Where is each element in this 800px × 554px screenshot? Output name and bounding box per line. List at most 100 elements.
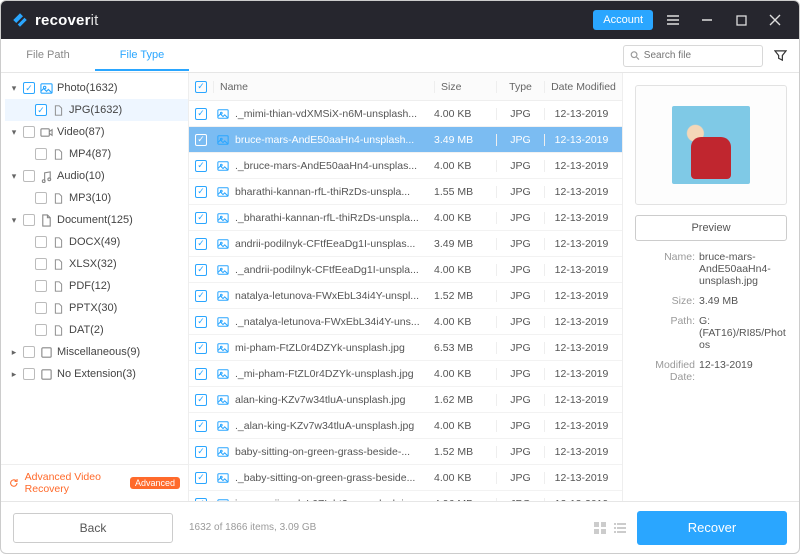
file-date: 12-13-2019	[544, 186, 622, 198]
tree-checkbox[interactable]	[35, 148, 47, 160]
tree-category[interactable]: ▾Document(125)	[5, 209, 188, 231]
tree-checkbox[interactable]	[23, 214, 35, 226]
tab-file-type[interactable]: File Type	[95, 41, 189, 71]
row-checkbox[interactable]	[195, 108, 207, 120]
chevron-right-icon[interactable]: ▸	[9, 347, 19, 358]
row-checkbox[interactable]	[195, 212, 207, 224]
file-row[interactable]: bruce-mars-AndE50aaHn4-unsplash...3.49 M…	[189, 127, 622, 153]
search-box[interactable]	[623, 45, 763, 67]
advanced-video-recovery[interactable]: Advanced Video Recovery Advanced	[1, 464, 188, 501]
tree-item[interactable]: DOCX(49)	[5, 231, 188, 253]
row-checkbox[interactable]	[195, 238, 207, 250]
chevron-down-icon[interactable]: ▾	[9, 215, 19, 226]
row-checkbox[interactable]	[195, 186, 207, 198]
filter-icon[interactable]	[769, 49, 791, 62]
col-size[interactable]: Size	[434, 81, 496, 93]
tree-checkbox[interactable]	[35, 302, 47, 314]
recover-button[interactable]: Recover	[637, 511, 787, 545]
tree-checkbox[interactable]	[35, 104, 47, 116]
file-row[interactable]: ._alan-king-KZv7w34tluA-unsplash.jpg4.00…	[189, 413, 622, 439]
tree-checkbox[interactable]	[35, 236, 47, 248]
row-checkbox[interactable]	[195, 394, 207, 406]
tree-checkbox[interactable]	[23, 126, 35, 138]
app-logo: recoverit	[11, 11, 99, 29]
file-row[interactable]: ._mimi-thian-vdXMSiX-n6M-unsplash...4.00…	[189, 101, 622, 127]
file-row[interactable]: ._bharathi-kannan-rfL-thiRzDs-unspla...4…	[189, 205, 622, 231]
file-row[interactable]: natalya-letunova-FWxEbL34i4Y-unspl...1.5…	[189, 283, 622, 309]
row-checkbox[interactable]	[195, 342, 207, 354]
row-checkbox[interactable]	[195, 446, 207, 458]
file-list[interactable]: ._mimi-thian-vdXMSiX-n6M-unsplash...4.00…	[189, 101, 622, 501]
tree-category-label: Photo(1632)	[57, 82, 184, 94]
tree-checkbox[interactable]	[35, 324, 47, 336]
file-row[interactable]: ivana-cajina-dnL6ZIpht2s-unsplash.jpg4.9…	[189, 491, 622, 501]
file-row[interactable]: ._baby-sitting-on-green-grass-beside...4…	[189, 465, 622, 491]
avr-label: Advanced Video Recovery	[25, 471, 124, 495]
back-button[interactable]: Back	[13, 513, 173, 543]
tree-checkbox[interactable]	[35, 192, 47, 204]
account-button[interactable]: Account	[593, 10, 653, 30]
col-type[interactable]: Type	[496, 81, 544, 93]
tab-file-path[interactable]: File Path	[1, 41, 95, 71]
tree-item[interactable]: PPTX(30)	[5, 297, 188, 319]
tree-item[interactable]: MP3(10)	[5, 187, 188, 209]
file-date: 12-13-2019	[544, 134, 622, 146]
tree-category[interactable]: ▾ Photo(1632)	[5, 77, 188, 99]
grid-view-icon[interactable]	[593, 521, 607, 535]
menu-icon[interactable]	[659, 7, 687, 33]
col-name[interactable]: Name	[213, 81, 434, 93]
list-view-icon[interactable]	[613, 521, 627, 535]
file-row[interactable]: mi-pham-FtZL0r4DZYk-unsplash.jpg6.53 MBJ…	[189, 335, 622, 361]
sidebar: ▾Photo(1632)JPG(1632)▾Video(87)MP4(87)▾A…	[1, 73, 189, 501]
row-checkbox[interactable]	[195, 134, 207, 146]
row-checkbox[interactable]	[195, 316, 207, 328]
chevron-right-icon[interactable]: ▸	[9, 369, 19, 380]
row-checkbox[interactable]	[195, 472, 207, 484]
chevron-down-icon[interactable]: ▾	[9, 83, 19, 94]
file-date: 12-13-2019	[544, 368, 622, 380]
row-checkbox[interactable]	[195, 420, 207, 432]
tree-checkbox[interactable]	[23, 170, 35, 182]
preview-button[interactable]: Preview	[635, 215, 787, 241]
tree-checkbox[interactable]	[23, 82, 35, 94]
file-name: bruce-mars-AndE50aaHn4-unsplash...	[233, 134, 434, 146]
file-row[interactable]: alan-king-KZv7w34tluA-unsplash.jpg1.62 M…	[189, 387, 622, 413]
maximize-icon[interactable]	[727, 7, 755, 33]
search-input[interactable]	[644, 50, 756, 61]
row-checkbox[interactable]	[195, 368, 207, 380]
row-checkbox[interactable]	[195, 290, 207, 302]
tree-category-label: No Extension(3)	[57, 368, 184, 380]
select-all-checkbox[interactable]	[195, 81, 207, 93]
file-row[interactable]: andrii-podilnyk-CFtfEeaDg1I-unsplas...3.…	[189, 231, 622, 257]
tree-checkbox[interactable]	[35, 280, 47, 292]
tree-category[interactable]: ▾Video(87)	[5, 121, 188, 143]
file-row[interactable]: ._andrii-podilnyk-CFtfEeaDg1I-unspla...4…	[189, 257, 622, 283]
file-row[interactable]: bharathi-kannan-rfL-thiRzDs-unspla...1.5…	[189, 179, 622, 205]
row-checkbox[interactable]	[195, 160, 207, 172]
tree-item[interactable]: XLSX(32)	[5, 253, 188, 275]
tree-checkbox[interactable]	[35, 258, 47, 270]
meta-size-key: Size:	[635, 295, 695, 307]
tree-checkbox[interactable]	[23, 368, 35, 380]
tree-item[interactable]: MP4(87)	[5, 143, 188, 165]
tree-category[interactable]: ▸ No Extension(3)	[5, 363, 188, 385]
file-row[interactable]: ._mi-pham-FtZL0r4DZYk-unsplash.jpg4.00 K…	[189, 361, 622, 387]
tree-item[interactable]: DAT(2)	[5, 319, 188, 341]
minimize-icon[interactable]	[693, 7, 721, 33]
file-name: ._mi-pham-FtZL0r4DZYk-unsplash.jpg	[233, 368, 434, 380]
col-date[interactable]: Date Modified	[544, 81, 622, 93]
tree-category[interactable]: ▸Miscellaneous(9)	[5, 341, 188, 363]
tree-checkbox[interactable]	[23, 346, 35, 358]
file-row[interactable]: ._bruce-mars-AndE50aaHn4-unsplas...4.00 …	[189, 153, 622, 179]
chevron-down-icon[interactable]: ▾	[9, 127, 19, 138]
row-checkbox[interactable]	[195, 264, 207, 276]
close-icon[interactable]	[761, 7, 789, 33]
file-row[interactable]: ._natalya-letunova-FWxEbL34i4Y-uns...4.0…	[189, 309, 622, 335]
tree-item[interactable]: JPG(1632)	[5, 99, 188, 121]
tree-category[interactable]: ▾Audio(10)	[5, 165, 188, 187]
file-row[interactable]: baby-sitting-on-green-grass-beside-...1.…	[189, 439, 622, 465]
file-type: JPG	[496, 134, 544, 146]
image-file-icon	[213, 368, 233, 380]
chevron-down-icon[interactable]: ▾	[9, 171, 19, 182]
tree-item[interactable]: PDF(12)	[5, 275, 188, 297]
